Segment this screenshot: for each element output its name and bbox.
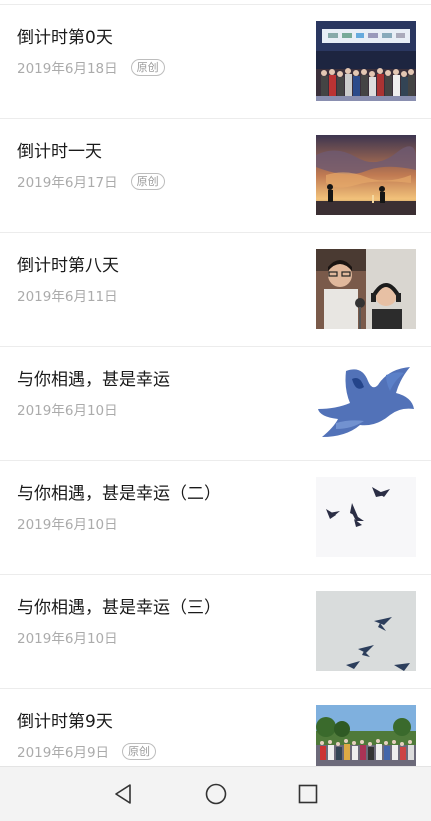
article-date: 2019年6月9日 <box>17 745 110 761</box>
original-badge: 原创 <box>130 172 165 190</box>
recording-studio-photo-thumbnail <box>316 249 416 329</box>
sunset-sky-illustration-thumbnail <box>316 135 416 215</box>
article-list: 倒计时第0天 2019年6月18日 原创 倒计时一天 2019年6月17日 原创… <box>0 0 431 766</box>
article-meta: 2019年6月10日 <box>17 627 118 647</box>
group-photo-stage-thumbnail <box>316 21 416 101</box>
home-circle-icon[interactable] <box>203 781 229 807</box>
swallows-flying-thumbnail <box>316 477 416 557</box>
article-date: 2019年6月10日 <box>17 517 118 533</box>
article-meta: 2019年6月9日 原创 <box>17 741 157 761</box>
article-meta: 2019年6月18日 原创 <box>17 57 165 77</box>
original-badge: 原创 <box>130 58 165 76</box>
watercolor-bird-thumbnail <box>316 363 416 443</box>
article-meta: 2019年6月10日 <box>17 513 118 533</box>
campus-crowd-photo-thumbnail <box>316 705 416 766</box>
recents-square-icon[interactable] <box>295 781 321 807</box>
system-navigation-bar <box>0 766 431 821</box>
article-row-countdown-9[interactable]: 倒计时第9天 2019年6月9日 原创 <box>0 689 431 766</box>
article-title: 倒计时第八天 <box>17 256 119 276</box>
article-date: 2019年6月18日 <box>17 61 118 77</box>
article-meta: 2019年6月11日 <box>17 285 118 305</box>
article-date: 2019年6月10日 <box>17 403 118 419</box>
article-row-lucky-meeting-2[interactable]: 与你相遇，甚是幸运（二） 2019年6月10日 <box>0 461 431 575</box>
article-row-countdown-0[interactable]: 倒计时第0天 2019年6月18日 原创 <box>0 5 431 119</box>
article-meta: 2019年6月17日 原创 <box>17 171 165 191</box>
back-triangle-icon[interactable] <box>111 781 137 807</box>
article-meta: 2019年6月10日 <box>17 399 118 419</box>
article-title: 倒计时一天 <box>17 142 102 162</box>
article-date: 2019年6月10日 <box>17 631 118 647</box>
article-title: 与你相遇，甚是幸运（二） <box>17 484 221 504</box>
birds-grey-sky-thumbnail <box>316 591 416 671</box>
article-title: 与你相遇，甚是幸运（三） <box>17 598 221 618</box>
article-row-countdown-1[interactable]: 倒计时一天 2019年6月17日 原创 <box>0 119 431 233</box>
article-title: 与你相遇，甚是幸运 <box>17 370 170 390</box>
article-date: 2019年6月11日 <box>17 289 118 305</box>
article-row-countdown-8[interactable]: 倒计时第八天 2019年6月11日 <box>0 233 431 347</box>
article-title: 倒计时第9天 <box>17 712 113 732</box>
original-badge: 原创 <box>122 742 157 760</box>
article-date: 2019年6月17日 <box>17 175 118 191</box>
article-row-lucky-meeting[interactable]: 与你相遇，甚是幸运 2019年6月10日 <box>0 347 431 461</box>
article-title: 倒计时第0天 <box>17 28 113 48</box>
article-row-lucky-meeting-3[interactable]: 与你相遇，甚是幸运（三） 2019年6月10日 <box>0 575 431 689</box>
